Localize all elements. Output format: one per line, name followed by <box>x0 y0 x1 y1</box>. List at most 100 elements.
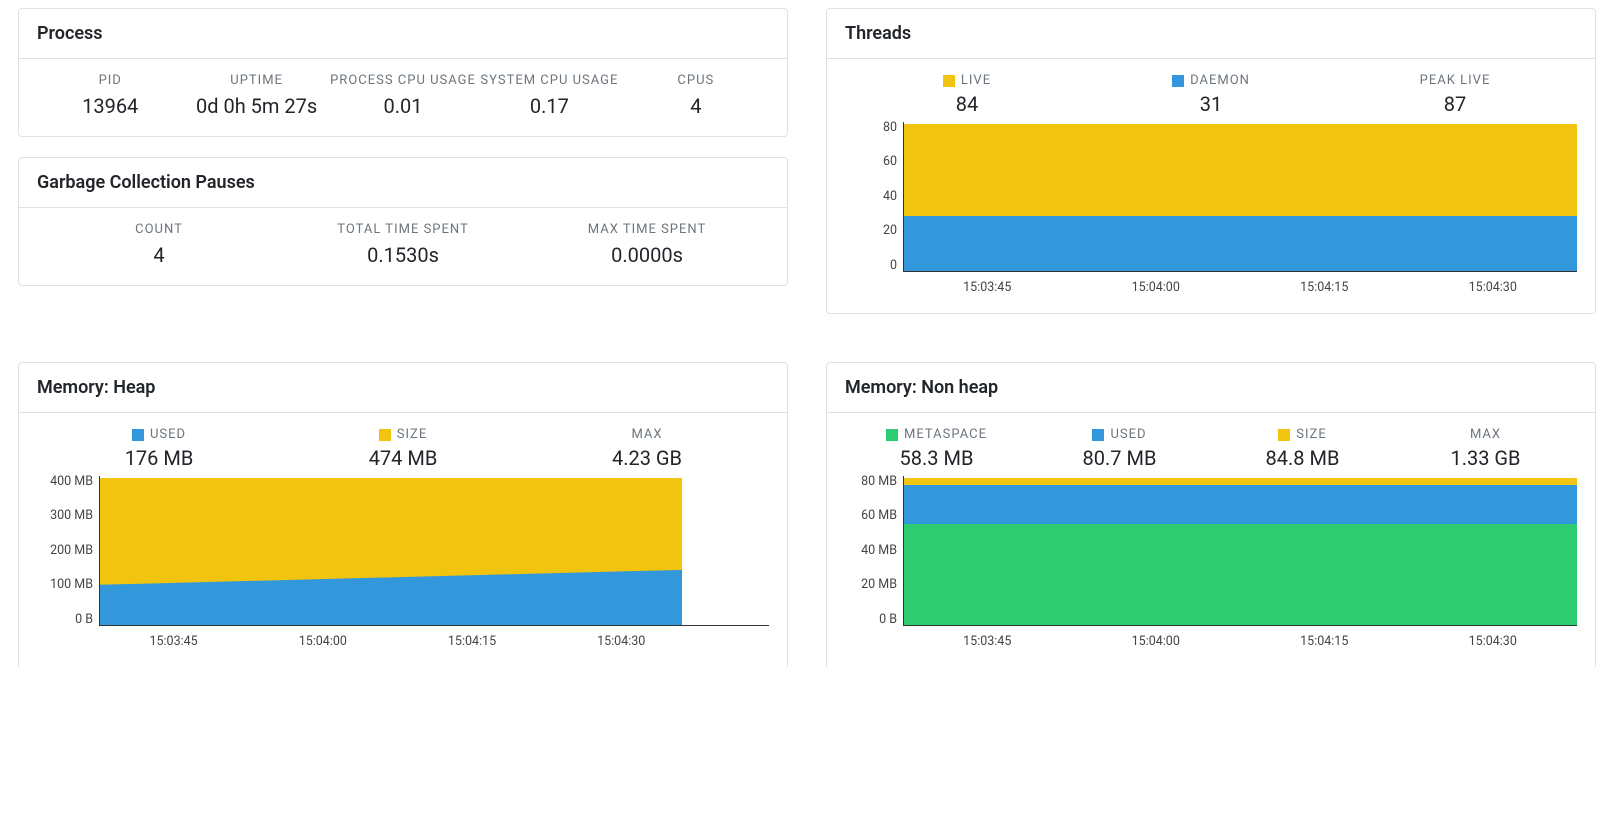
stat-value: 0.0000s <box>525 243 769 267</box>
legend-value: 4.23 GB <box>525 446 769 470</box>
nonheap-chart: 80 MB 60 MB 40 MB 20 MB 0 B <box>845 476 1577 649</box>
plot-area <box>903 476 1577 626</box>
x-tick: 15:04:15 <box>1240 634 1409 649</box>
stat-value: 0.01 <box>330 94 476 118</box>
x-tick: 15:03:45 <box>903 280 1072 295</box>
legend-peak: PEAK LIVE 87 <box>1333 73 1577 116</box>
process-card: Process PID 13964 UPTIME 0d 0h 5m 27s PR… <box>18 8 788 137</box>
gc-stats: COUNT 4 TOTAL TIME SPENT 0.1530s MAX TIM… <box>37 222 769 267</box>
y-tick: 0 B <box>879 614 897 627</box>
y-tick: 300 MB <box>50 510 93 523</box>
series-daemon <box>904 216 1577 271</box>
stat-label: COUNT <box>37 222 281 237</box>
legend-metaspace: METASPACE 58.3 MB <box>845 427 1028 470</box>
gc-title: Garbage Collection Pauses <box>19 158 787 208</box>
stat-label: PID <box>37 73 183 88</box>
stat-process-cpu: PROCESS CPU USAGE 0.01 <box>330 73 476 118</box>
square-icon <box>943 75 955 87</box>
legend-value: 84 <box>845 92 1089 116</box>
stat-system-cpu: SYSTEM CPU USAGE 0.17 <box>476 73 622 118</box>
stat-label: SYSTEM CPU USAGE <box>476 73 622 88</box>
nonheap-card: Memory: Non heap METASPACE 58.3 MB USED … <box>826 362 1596 667</box>
square-icon <box>1278 429 1290 441</box>
y-tick: 100 MB <box>50 579 93 592</box>
x-tick: 15:04:30 <box>547 634 696 649</box>
legend-value: 31 <box>1089 92 1333 116</box>
legend-label-text: MAX <box>1470 427 1501 442</box>
y-tick: 60 MB <box>861 510 897 523</box>
plot-area <box>903 122 1577 272</box>
stat-pid: PID 13964 <box>37 73 183 118</box>
y-tick: 20 MB <box>861 579 897 592</box>
square-icon <box>132 429 144 441</box>
heap-chart: 400 MB 300 MB 200 MB 100 MB 0 B <box>37 476 769 649</box>
legend-label-text: MAX <box>631 427 662 442</box>
stat-cpus: CPUS 4 <box>623 73 769 118</box>
stat-value: 4 <box>37 243 281 267</box>
stat-label: PROCESS CPU USAGE <box>330 73 476 88</box>
y-axis: 400 MB 300 MB 200 MB 100 MB 0 B <box>37 476 99 626</box>
stat-gc-count: COUNT 4 <box>37 222 281 267</box>
stat-value: 0d 0h 5m 27s <box>183 94 329 118</box>
x-tick: 15:04:00 <box>1072 280 1241 295</box>
legend-size: SIZE 474 MB <box>281 427 525 470</box>
stat-gc-total: TOTAL TIME SPENT 0.1530s <box>281 222 525 267</box>
y-tick: 60 <box>883 156 897 169</box>
x-axis: 15:03:45 15:04:00 15:04:15 15:04:30 <box>845 626 1577 649</box>
y-tick: 400 MB <box>50 476 93 489</box>
y-axis: 80 MB 60 MB 40 MB 20 MB 0 B <box>845 476 903 626</box>
heap-legend: USED 176 MB SIZE 474 MB MAX 4.23 GB <box>37 427 769 470</box>
legend-live: LIVE 84 <box>845 73 1089 116</box>
x-axis: 15:03:45 15:04:00 15:04:15 15:04:30 <box>37 626 696 649</box>
legend-max: MAX 1.33 GB <box>1394 427 1577 470</box>
process-stats: PID 13964 UPTIME 0d 0h 5m 27s PROCESS CP… <box>37 73 769 118</box>
y-tick: 40 MB <box>861 545 897 558</box>
gc-card: Garbage Collection Pauses COUNT 4 TOTAL … <box>18 157 788 286</box>
process-title: Process <box>19 9 787 59</box>
y-axis: 80 60 40 20 0 <box>845 122 903 272</box>
y-tick: 80 MB <box>861 476 897 489</box>
square-icon <box>379 429 391 441</box>
nonheap-legend: METASPACE 58.3 MB USED 80.7 MB SIZE 84.8… <box>845 427 1577 470</box>
stat-label: CPUS <box>623 73 769 88</box>
square-icon <box>886 429 898 441</box>
legend-used: USED 176 MB <box>37 427 281 470</box>
threads-chart: 80 60 40 20 0 15:03:45 <box>845 122 1577 295</box>
x-tick: 15:04:15 <box>397 634 546 649</box>
x-tick: 15:04:30 <box>1409 280 1578 295</box>
x-axis: 15:03:45 15:04:00 15:04:15 15:04:30 <box>845 272 1577 295</box>
stat-label: MAX TIME SPENT <box>525 222 769 237</box>
x-tick: 15:04:15 <box>1240 280 1409 295</box>
square-icon <box>1172 75 1184 87</box>
x-tick: 15:03:45 <box>903 634 1072 649</box>
x-tick: 15:04:00 <box>1072 634 1241 649</box>
stat-uptime: UPTIME 0d 0h 5m 27s <box>183 73 329 118</box>
stat-value: 13964 <box>37 94 183 118</box>
legend-label-text: USED <box>1110 427 1146 442</box>
stat-value: 0.1530s <box>281 243 525 267</box>
plot-area <box>99 476 769 626</box>
legend-daemon: DAEMON 31 <box>1089 73 1333 116</box>
y-tick: 40 <box>883 191 897 204</box>
threads-legend: LIVE 84 DAEMON 31 PEAK LIVE 87 <box>845 73 1577 116</box>
series-used <box>100 476 682 625</box>
stat-value: 0.17 <box>476 94 622 118</box>
y-tick: 20 <box>883 225 897 238</box>
legend-max: MAX 4.23 GB <box>525 427 769 470</box>
legend-used: USED 80.7 MB <box>1028 427 1211 470</box>
threads-title: Threads <box>827 9 1595 59</box>
legend-label-text: PEAK LIVE <box>1420 73 1491 88</box>
x-tick: 15:04:30 <box>1409 634 1578 649</box>
x-tick: 15:03:45 <box>99 634 248 649</box>
heap-title: Memory: Heap <box>19 363 787 413</box>
series-metaspace <box>904 524 1577 625</box>
y-tick: 200 MB <box>50 545 93 558</box>
bottom-row: Memory: Heap USED 176 MB SIZE 474 MB MAX… <box>18 362 1596 687</box>
legend-value: 80.7 MB <box>1028 446 1211 470</box>
legend-value: 87 <box>1333 92 1577 116</box>
stat-label: UPTIME <box>183 73 329 88</box>
legend-label-text: METASPACE <box>904 427 987 442</box>
y-tick: 0 <box>890 260 897 273</box>
legend-label-text: DAEMON <box>1190 73 1250 88</box>
legend-label-text: SIZE <box>397 427 427 442</box>
